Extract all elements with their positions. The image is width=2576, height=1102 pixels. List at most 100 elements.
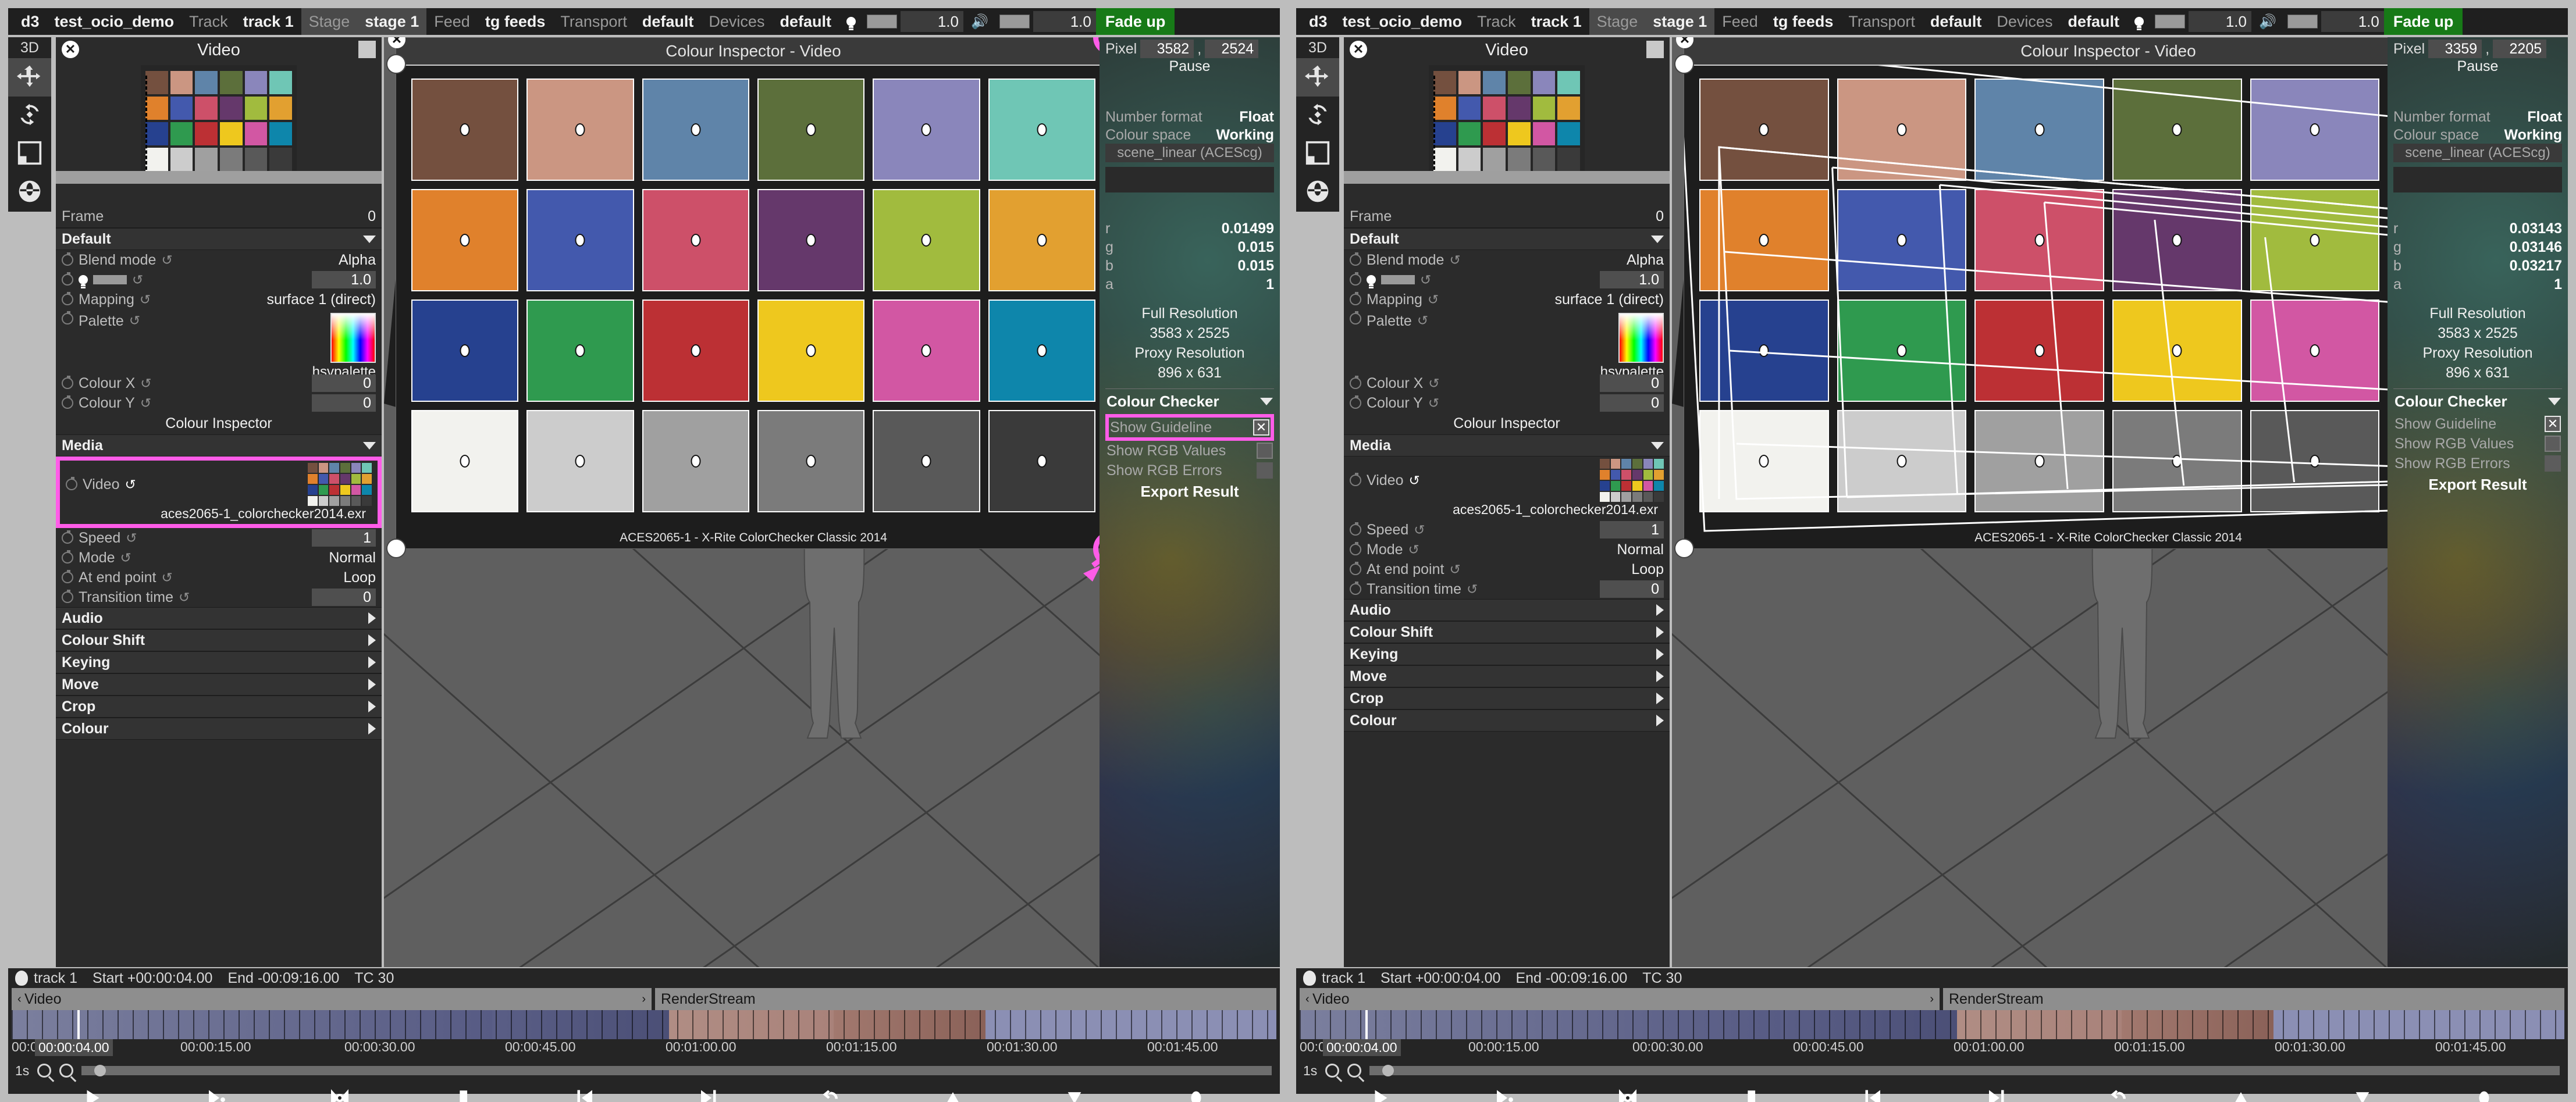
- colorchecker-patch[interactable]: [2250, 299, 2380, 402]
- colorchecker-patch[interactable]: [1837, 410, 1967, 512]
- section-colour[interactable]: Colour: [1344, 709, 1670, 732]
- number-format-row[interactable]: Number format Float: [2393, 109, 2562, 126]
- brightness-bar[interactable]: [1381, 275, 1415, 284]
- colorchecker-patch[interactable]: [1699, 79, 1829, 181]
- step-down-button[interactable]: [2353, 1086, 2372, 1102]
- transition-time-field[interactable]: 0: [1600, 580, 1664, 598]
- colorchecker-patch[interactable]: [757, 189, 865, 291]
- move-tool-button[interactable]: [1296, 58, 1339, 97]
- keyframe-icon[interactable]: [62, 376, 73, 389]
- colorchecker-patch[interactable]: [1699, 299, 1829, 402]
- section-media[interactable]: Media: [1344, 434, 1670, 457]
- step-up-button[interactable]: [943, 1086, 963, 1102]
- stage-value[interactable]: stage 1: [357, 8, 427, 35]
- section-crop[interactable]: Crop: [56, 696, 382, 718]
- sample-point[interactable]: [1759, 455, 1769, 468]
- video-media-thumbnail[interactable]: [1600, 459, 1664, 502]
- pixel-coordinate-row[interactable]: Pixel 3359 , 2205: [2393, 40, 2562, 58]
- undo-button[interactable]: [820, 1086, 841, 1102]
- brightness-field[interactable]: 1.0: [1600, 271, 1664, 288]
- keyframe-icon[interactable]: [1350, 562, 1361, 575]
- row-video-media[interactable]: Video ↺ aces2065-1_colorchecker2014.exr: [60, 461, 378, 524]
- keyframe-icon[interactable]: [1350, 272, 1361, 286]
- jump-end-button[interactable]: [1986, 1086, 2006, 1102]
- reset-icon[interactable]: ↺: [1409, 473, 1420, 488]
- viewport-3d[interactable]: ACES2065-1 - X-Rite ColorChecker Colour …: [384, 37, 1280, 967]
- colorchecker-patch[interactable]: [757, 79, 865, 181]
- sample-point[interactable]: [1897, 344, 1907, 357]
- sample-point[interactable]: [2172, 234, 2182, 247]
- rotate-tool-button[interactable]: [1296, 97, 1339, 135]
- row-palette[interactable]: Palette ↺ hsvpalette: [56, 309, 382, 380]
- row-blend-mode[interactable]: Blend mode ↺ Alpha: [56, 250, 382, 270]
- colour-x-field[interactable]: 0: [1600, 375, 1664, 392]
- sample-point[interactable]: [1037, 234, 1047, 247]
- app-name[interactable]: d3: [1296, 8, 1335, 35]
- section-move[interactable]: Move: [1344, 665, 1670, 687]
- colorchecker-patch[interactable]: [1974, 410, 2104, 512]
- row-blend-mode[interactable]: Blend mode ↺ Alpha: [1344, 250, 1670, 270]
- loop-button[interactable]: [1616, 1086, 1639, 1102]
- notes-icon[interactable]: [358, 41, 376, 58]
- pixel-x-field[interactable]: 3359: [2428, 40, 2482, 58]
- colorchecker-patch[interactable]: [642, 79, 749, 181]
- reset-icon[interactable]: ↺: [120, 550, 131, 566]
- keyframe-icon[interactable]: [62, 252, 73, 266]
- zoom-in-icon[interactable]: [59, 1064, 74, 1078]
- stop-button[interactable]: [453, 1086, 473, 1102]
- colorchecker-patch[interactable]: [2250, 189, 2380, 291]
- frame-row[interactable]: Frame 0: [56, 206, 382, 228]
- sample-point[interactable]: [2172, 123, 2182, 136]
- play-to-button[interactable]: [205, 1086, 226, 1102]
- track-value[interactable]: track 1: [1524, 8, 1589, 35]
- colour-checker-section[interactable]: Colour Checker: [2393, 389, 2562, 414]
- colorchecker-patch[interactable]: [1837, 299, 1967, 402]
- section-audio[interactable]: Audio: [56, 607, 382, 629]
- colorchecker-patch[interactable]: [988, 299, 1095, 402]
- close-icon[interactable]: ✕: [62, 41, 79, 58]
- row-speed[interactable]: Speed ↺ 1: [1344, 520, 1670, 540]
- sample-point[interactable]: [806, 344, 816, 357]
- keyframe-icon[interactable]: [1350, 252, 1361, 266]
- keyframe-icon[interactable]: [62, 550, 73, 564]
- sample-point[interactable]: [460, 455, 470, 468]
- colour-y-field[interactable]: 0: [312, 394, 376, 412]
- rotate-tool-button[interactable]: [8, 97, 51, 135]
- sample-point[interactable]: [806, 234, 816, 247]
- row-mapping[interactable]: Mapping ↺ surface 1 (direct): [1344, 290, 1670, 309]
- colorchecker-patch[interactable]: [2112, 79, 2242, 181]
- colorchecker-patch[interactable]: [526, 299, 634, 402]
- step-up-button[interactable]: [2231, 1086, 2251, 1102]
- sample-point[interactable]: [1897, 123, 1907, 136]
- volume-slider[interactable]: [999, 15, 1030, 28]
- sample-point[interactable]: [1037, 344, 1047, 357]
- colorchecker-patch[interactable]: [2112, 189, 2242, 291]
- show-guideline-checkbox[interactable]: ✕: [2545, 416, 2561, 432]
- sample-point[interactable]: [2310, 455, 2320, 468]
- sample-point[interactable]: [2310, 123, 2320, 136]
- sample-point[interactable]: [921, 234, 931, 247]
- keyframe-icon[interactable]: [1350, 522, 1361, 536]
- sample-point[interactable]: [691, 123, 701, 136]
- row-colour-y[interactable]: Colour Y ↺ 0: [56, 393, 382, 413]
- brightness-value[interactable]: 1.0: [900, 11, 963, 32]
- row-brightness[interactable]: ↺ 1.0: [1344, 270, 1670, 290]
- transport-value[interactable]: default: [1923, 8, 1990, 35]
- reset-icon[interactable]: ↺: [140, 376, 151, 391]
- keyframe-icon[interactable]: [62, 292, 73, 305]
- colorchecker-patch[interactable]: [1837, 189, 1967, 291]
- reset-icon[interactable]: ↺: [179, 590, 190, 605]
- row-transition-time[interactable]: Transition time ↺ 0: [1344, 579, 1670, 599]
- sample-point[interactable]: [2172, 344, 2182, 357]
- reset-icon[interactable]: ↺: [140, 395, 151, 411]
- reset-icon[interactable]: ↺: [1420, 272, 1431, 288]
- colorchecker-patch[interactable]: [526, 410, 634, 512]
- zoom-slider[interactable]: [1369, 1065, 2560, 1076]
- sample-point[interactable]: [2310, 344, 2320, 357]
- jump-end-button[interactable]: [698, 1086, 718, 1102]
- reset-icon[interactable]: ↺: [125, 477, 136, 493]
- sample-point[interactable]: [460, 344, 470, 357]
- feed-value[interactable]: tg feeds: [1766, 8, 1841, 35]
- colour-inspector-button[interactable]: Colour Inspector: [56, 413, 382, 434]
- keyframe-icon[interactable]: [66, 477, 77, 490]
